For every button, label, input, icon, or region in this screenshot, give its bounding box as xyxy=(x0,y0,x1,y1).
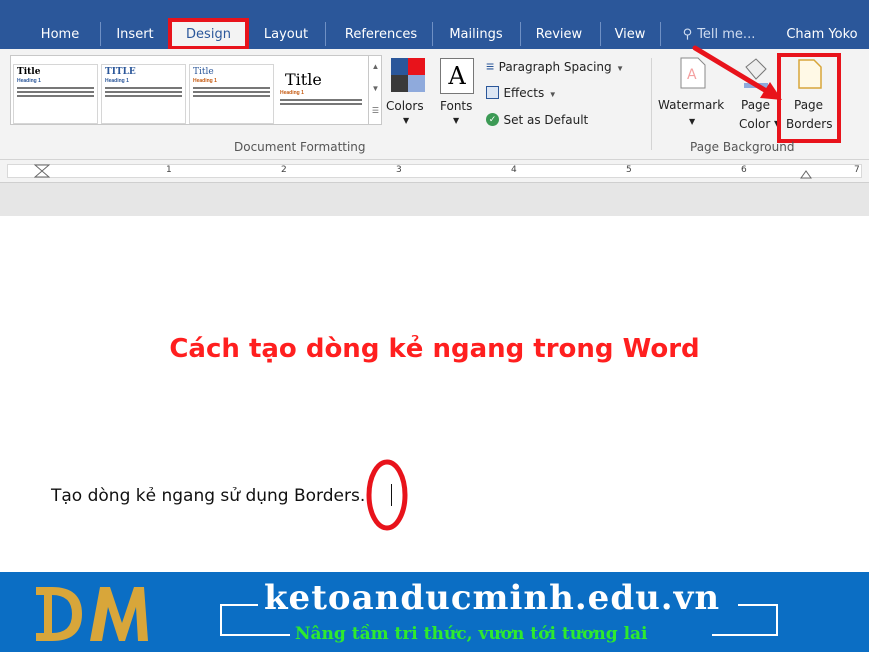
banner-line-top-left xyxy=(220,604,258,606)
paragraph-spacing-label: Paragraph Spacing xyxy=(498,60,612,74)
text-line xyxy=(193,87,270,89)
fonts-label: Fonts xyxy=(440,99,473,113)
tab-separator xyxy=(520,22,521,46)
text-line xyxy=(105,87,182,89)
document-page[interactable] xyxy=(0,216,869,572)
tab-mailings[interactable]: Mailings xyxy=(437,20,515,49)
checkmark-icon: ✓ xyxy=(486,113,499,127)
ruler-number: 5 xyxy=(626,165,632,175)
ruler-strip[interactable]: 1 2 3 4 5 6 7 xyxy=(7,164,862,179)
tab-layout[interactable]: Layout xyxy=(253,20,319,49)
tab-references[interactable]: References xyxy=(332,20,430,49)
text-line xyxy=(17,95,94,97)
site-slogan: Nâng tầm tri thức, vươn tới tương lai xyxy=(295,624,648,644)
banner-line-left-vertical xyxy=(220,604,222,636)
text-line xyxy=(280,103,362,105)
tab-review[interactable]: Review xyxy=(524,20,594,49)
ruler-number: 4 xyxy=(511,165,517,175)
group-divider xyxy=(651,58,652,150)
colors-button[interactable]: Colors ▼ xyxy=(386,56,430,134)
chevron-down-icon: ▼ xyxy=(548,90,557,99)
cursor-circle-annotation xyxy=(366,459,408,531)
site-name: ketoanducminh.edu.vn xyxy=(264,578,721,618)
tab-separator xyxy=(432,22,433,46)
ruler-number: 7 xyxy=(854,165,860,175)
text-line xyxy=(17,91,94,93)
text-line xyxy=(280,99,362,101)
tab-separator xyxy=(325,22,326,46)
effects-label: Effects xyxy=(503,86,545,100)
banner-line-bottom-left xyxy=(220,634,290,636)
text-line xyxy=(17,87,94,89)
design-tab-highlight-box xyxy=(168,18,249,50)
right-indent-marker-icon[interactable] xyxy=(800,169,812,179)
thumbnail-title: Title xyxy=(17,67,41,77)
thumbnail-heading: Heading 1 xyxy=(280,90,304,96)
chevron-down-icon: ▼ xyxy=(403,116,410,125)
page-gap xyxy=(0,183,869,216)
text-line xyxy=(193,95,270,97)
style-set-gallery: Title Heading 1 TITLE Heading 1 Title He… xyxy=(10,55,382,125)
banner-line-top-right xyxy=(738,604,776,606)
document-formatting-group-label: Document Formatting xyxy=(234,140,366,154)
ruler-number: 1 xyxy=(166,165,172,175)
tab-insert[interactable]: Insert xyxy=(104,20,166,49)
indent-marker-icon[interactable] xyxy=(34,164,50,178)
style-set-thumbnail[interactable]: Title Heading 1 xyxy=(13,64,98,124)
ruler-number: 3 xyxy=(396,165,402,175)
style-set-thumbnail[interactable]: TITLE Heading 1 xyxy=(101,64,186,124)
ruler-number: 2 xyxy=(281,165,287,175)
gallery-scroll-buttons[interactable]: ▲ ▼ ☰ xyxy=(368,56,382,124)
thumbnail-title: TITLE xyxy=(105,67,136,77)
tab-separator xyxy=(660,22,661,46)
document-body-line: Tạo dòng kẻ ngang sử dụng Borders. xyxy=(51,486,366,506)
tab-view[interactable]: View xyxy=(604,20,656,49)
thumbnail-heading: Heading 1 xyxy=(17,78,41,84)
chevron-down-icon: ▼ xyxy=(616,64,625,73)
style-set-thumbnail[interactable]: Title Heading 1 xyxy=(189,64,274,124)
color-palette-icon xyxy=(391,58,425,92)
thumbnail-title: Title xyxy=(193,67,214,77)
tab-separator xyxy=(600,22,601,46)
fonts-icon: A xyxy=(440,58,474,94)
thumbnail-heading: Heading 1 xyxy=(105,78,129,84)
thumbnail-title: Title xyxy=(285,70,322,89)
paragraph-spacing-icon: ≡ xyxy=(486,58,495,74)
paragraph-spacing-button[interactable]: ≡ Paragraph Spacing ▼ xyxy=(486,58,646,78)
banner-line-bottom-right xyxy=(712,634,778,636)
set-as-default-label: Set as Default xyxy=(503,113,589,127)
effects-button[interactable]: Effects ▼ xyxy=(486,84,586,104)
ruler-number: 6 xyxy=(741,165,747,175)
document-heading: Cách tạo dòng kẻ ngang trong Word xyxy=(169,334,700,364)
text-line xyxy=(193,91,270,93)
banner-line-right-vertical xyxy=(776,604,778,636)
page-background-group-label: Page Background xyxy=(690,140,795,154)
fonts-button[interactable]: A Fonts ▼ xyxy=(436,56,478,134)
colors-label: Colors xyxy=(386,99,424,113)
text-line xyxy=(105,91,182,93)
tab-separator xyxy=(100,22,101,46)
style-set-thumbnail[interactable]: Title Heading 1 xyxy=(277,64,365,124)
text-line xyxy=(105,95,182,97)
chevron-down-icon: ▼ xyxy=(453,116,460,125)
thumbnail-heading: Heading 1 xyxy=(193,78,217,84)
set-as-default-button[interactable]: ✓ Set as Default xyxy=(486,111,616,131)
effects-icon xyxy=(486,86,499,100)
tab-home[interactable]: Home xyxy=(28,20,92,49)
ducminh-logo xyxy=(36,587,148,641)
pointer-arrow-annotation xyxy=(692,45,782,100)
